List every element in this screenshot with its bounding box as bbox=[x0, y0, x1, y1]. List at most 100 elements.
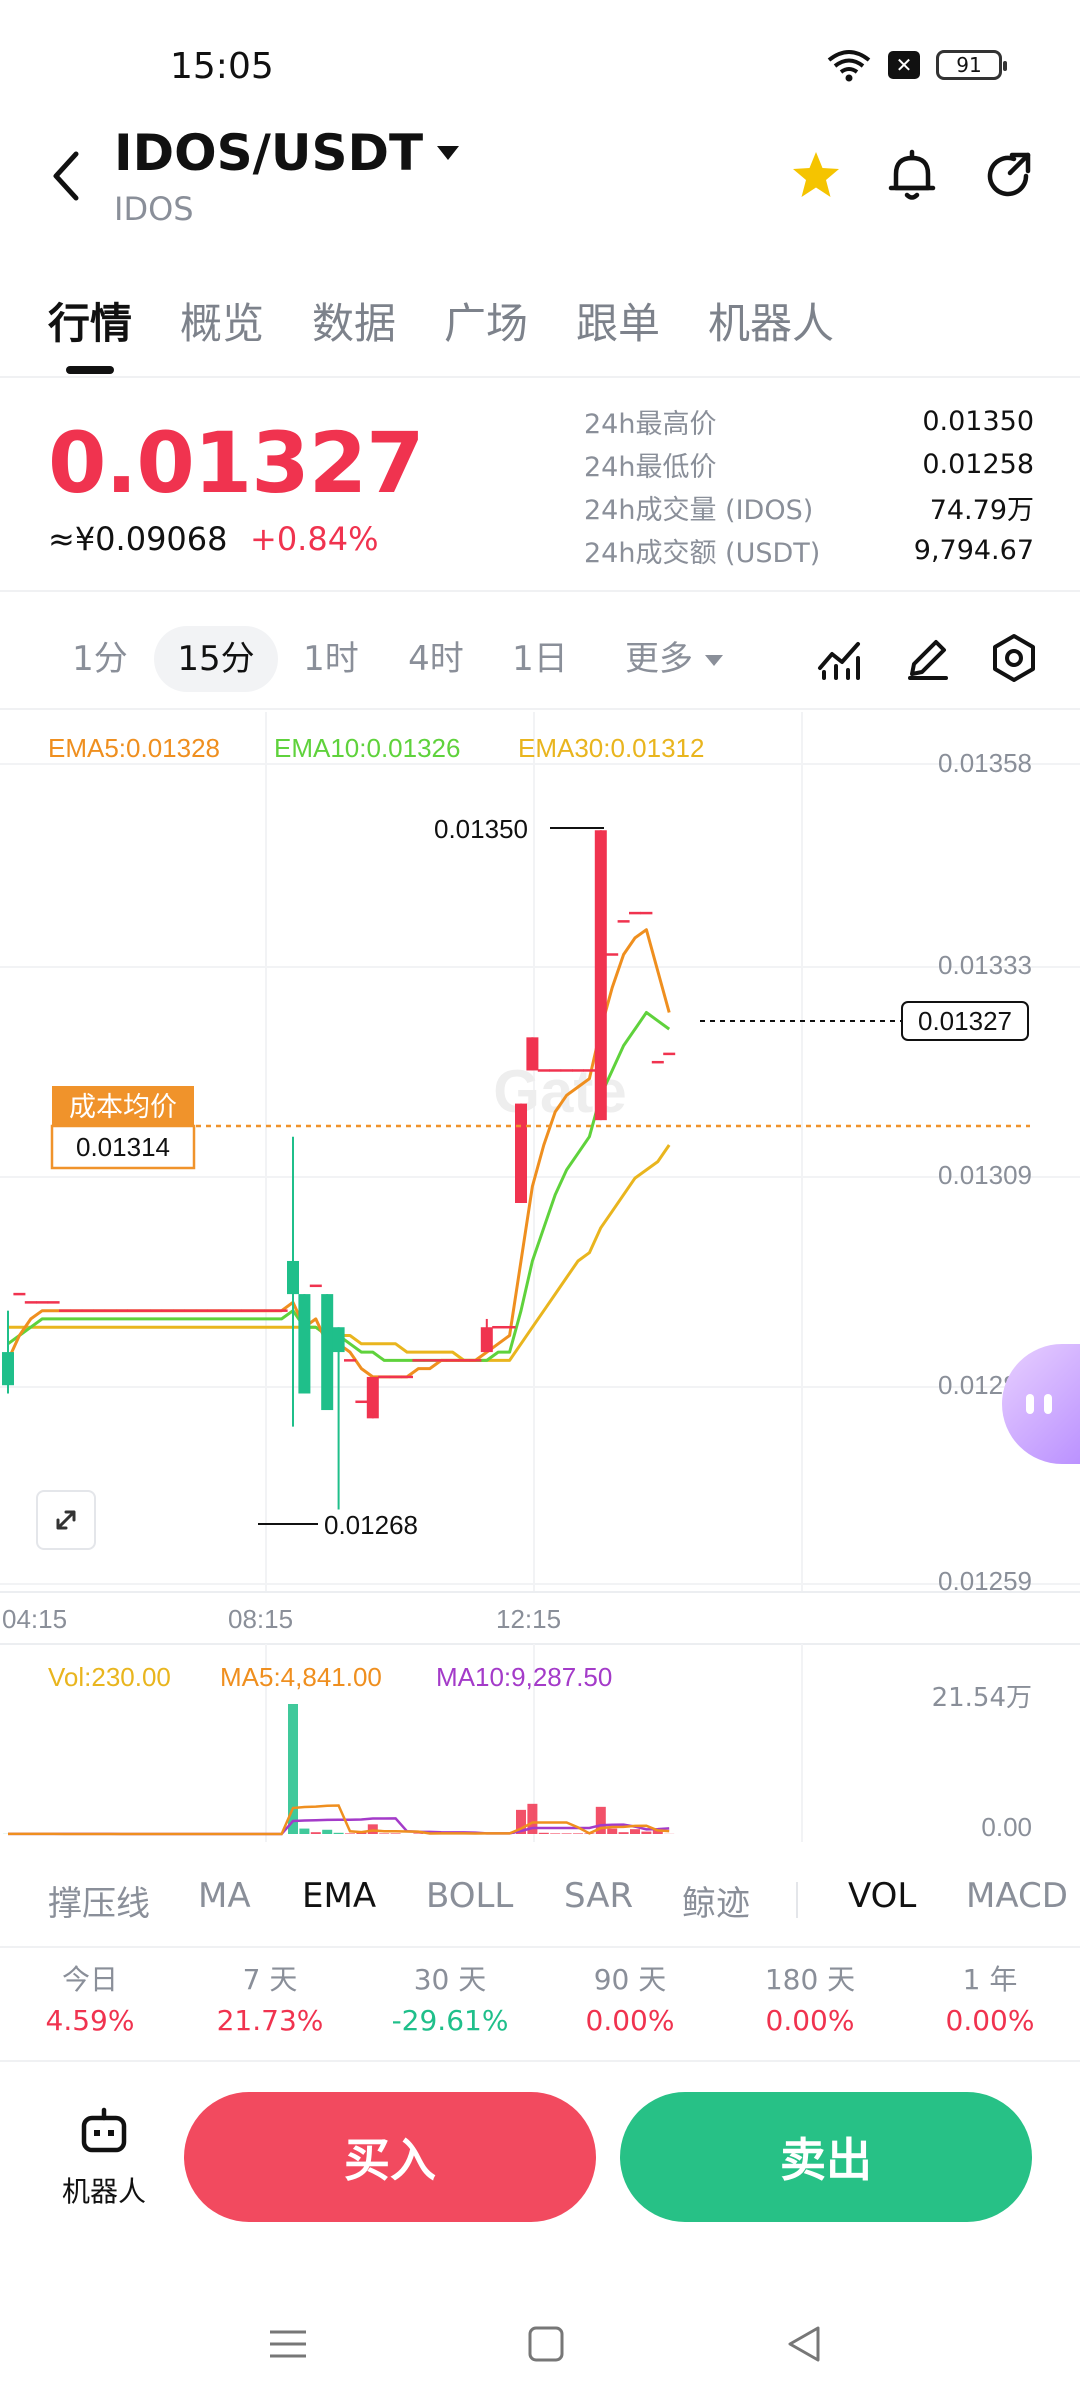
return-label: 今日 bbox=[61, 1963, 118, 1996]
back-icon[interactable] bbox=[774, 2314, 834, 2374]
low-price-label: 0.01268 bbox=[324, 1510, 418, 1540]
bot-button[interactable]: 机器人 bbox=[46, 2104, 162, 2210]
volume-bar bbox=[390, 1833, 401, 1834]
interval-1m[interactable]: 1分 bbox=[52, 626, 148, 692]
expand-icon bbox=[56, 1510, 76, 1530]
star-icon[interactable] bbox=[786, 146, 846, 206]
stats-24h: 24h最高价 0.01350 24h最低价 0.01258 24h成交量 (ID… bbox=[584, 400, 1034, 572]
indicator-whale[interactable]: 鲸迹 bbox=[682, 1876, 750, 1925]
settings-icon[interactable] bbox=[986, 630, 1042, 686]
volume-bar bbox=[345, 1833, 355, 1834]
return-90d[interactable]: 90 天 0.00% bbox=[540, 1958, 720, 2037]
stat-row: 24h最高价 0.01350 bbox=[584, 400, 1034, 443]
volume-bar bbox=[641, 1831, 652, 1834]
pair-selector[interactable]: IDOS/USDT bbox=[114, 124, 460, 182]
volume-bar bbox=[607, 1828, 618, 1834]
candle-body bbox=[526, 1037, 539, 1071]
indicator-macd[interactable]: MACD bbox=[966, 1876, 1068, 1916]
interval-15m[interactable]: 15分 bbox=[154, 626, 278, 692]
vol-legend: Vol:230.00 bbox=[48, 1662, 171, 1692]
pair-title: IDOS/USDT bbox=[114, 124, 424, 182]
y-tick: 0.01259 bbox=[938, 1566, 1032, 1596]
kline-chart[interactable]: Gate EMA5:0.01328 EMA10:0.01326 EMA30:0.… bbox=[0, 712, 1080, 1852]
indicator-icon[interactable] bbox=[812, 630, 868, 686]
tab-square[interactable]: 广场 bbox=[444, 290, 528, 351]
volume-bar bbox=[550, 1833, 561, 1834]
interval-1h[interactable]: 1时 bbox=[282, 626, 380, 692]
indicator-tabs: 撑压线 MA EMA BOLL SAR 鲸迹 VOL MACD bbox=[0, 1852, 1080, 1948]
chart-canvas: Gate EMA5:0.01328 EMA10:0.01326 EMA30:0.… bbox=[0, 712, 1080, 1842]
tab-overview[interactable]: 概览 bbox=[180, 290, 264, 351]
indicator-ema[interactable]: EMA bbox=[302, 1876, 376, 1916]
battery-level: 91 bbox=[956, 53, 982, 77]
return-value: 0.00% bbox=[585, 2004, 675, 2037]
x-tick: 04:15 bbox=[2, 1604, 67, 1634]
return-label: 180 天 bbox=[764, 1963, 856, 1996]
pencil-icon[interactable] bbox=[900, 630, 956, 686]
return-180d[interactable]: 180 天 0.00% bbox=[720, 1958, 900, 2037]
indicator-support-resistance[interactable]: 撑压线 bbox=[48, 1876, 150, 1925]
candle-body bbox=[594, 830, 607, 1121]
back-arrow-icon[interactable] bbox=[42, 146, 92, 206]
candle-body bbox=[287, 1260, 299, 1295]
ema10-legend: EMA10:0.01326 bbox=[274, 733, 460, 763]
volume-bar bbox=[561, 1833, 572, 1834]
tab-data[interactable]: 数据 bbox=[312, 290, 396, 351]
volume-bar bbox=[538, 1832, 549, 1834]
wifi-icon bbox=[827, 50, 871, 82]
stat-label: 24h最低价 bbox=[584, 452, 717, 483]
interval-4h[interactable]: 4时 bbox=[386, 626, 486, 692]
indicator-sar[interactable]: SAR bbox=[564, 1876, 633, 1916]
interval-1d[interactable]: 1日 bbox=[490, 626, 590, 692]
change-percent: +0.84% bbox=[250, 520, 379, 558]
volume-bar bbox=[322, 1829, 333, 1834]
menu-icon[interactable] bbox=[258, 2314, 318, 2374]
stat-label: 24h最高价 bbox=[584, 409, 717, 440]
cost-value: 0.01314 bbox=[76, 1132, 170, 1162]
return-1y[interactable]: 1 年 0.00% bbox=[900, 1958, 1080, 2037]
chat-bot-icon bbox=[1026, 1394, 1052, 1414]
tab-bots[interactable]: 机器人 bbox=[708, 290, 834, 351]
status-icons: ✕ 91 bbox=[826, 48, 1007, 82]
tab-copy-trading[interactable]: 跟单 bbox=[576, 290, 660, 351]
cost-label: 成本均价 bbox=[69, 1092, 177, 1123]
candle-body bbox=[515, 1103, 527, 1203]
volume-bar bbox=[310, 1832, 321, 1834]
expand-chart-button[interactable] bbox=[36, 1490, 96, 1550]
return-label: 30 天 bbox=[413, 1963, 487, 1996]
return-7d[interactable]: 7 天 21.73% bbox=[180, 1958, 360, 2037]
candle-body bbox=[480, 1327, 493, 1353]
interval-more-label: 更多 bbox=[625, 639, 693, 679]
indicator-vol[interactable]: VOL bbox=[848, 1876, 916, 1916]
candle-body bbox=[321, 1294, 334, 1411]
indicator-boll[interactable]: BOLL bbox=[426, 1876, 513, 1916]
divider bbox=[796, 1882, 798, 1918]
stat-value: 0.01350 bbox=[922, 406, 1034, 437]
candle-body bbox=[298, 1294, 311, 1394]
stat-row: 24h成交额 (USDT) 9,794.67 bbox=[584, 529, 1034, 572]
main-tabs: 行情 概览 数据 广场 跟单 机器人 bbox=[0, 278, 1080, 378]
tab-market[interactable]: 行情 bbox=[48, 290, 132, 351]
active-tab-indicator bbox=[66, 366, 114, 374]
vol-ma5-legend: MA5:4,841.00 bbox=[220, 1662, 382, 1692]
high-price-label: 0.01350 bbox=[434, 814, 528, 844]
sell-button[interactable]: 卖出 bbox=[620, 2092, 1032, 2222]
ema5-legend: EMA5:0.01328 bbox=[48, 733, 220, 763]
volume-bar bbox=[573, 1833, 583, 1834]
vol-ma10-legend: MA10:9,287.50 bbox=[436, 1662, 612, 1692]
vol-y-tick: 0.00 bbox=[981, 1812, 1032, 1842]
candle-body bbox=[332, 1327, 345, 1353]
assistant-bubble[interactable] bbox=[1002, 1344, 1080, 1464]
battery-icon: 91 bbox=[936, 50, 1007, 80]
indicator-ma[interactable]: MA bbox=[198, 1876, 251, 1916]
interval-more[interactable]: 更多 bbox=[604, 626, 744, 692]
return-today[interactable]: 今日 4.59% bbox=[0, 1958, 180, 2037]
y-tick: 0.01309 bbox=[938, 1160, 1032, 1190]
bell-icon[interactable] bbox=[882, 146, 942, 206]
home-icon[interactable] bbox=[516, 2314, 576, 2374]
share-icon[interactable] bbox=[978, 146, 1038, 206]
y-tick: 0.01333 bbox=[938, 950, 1032, 980]
stat-value: 0.01258 bbox=[922, 449, 1034, 480]
return-30d[interactable]: 30 天 -29.61% bbox=[360, 1958, 540, 2037]
buy-button[interactable]: 买入 bbox=[184, 2092, 596, 2222]
